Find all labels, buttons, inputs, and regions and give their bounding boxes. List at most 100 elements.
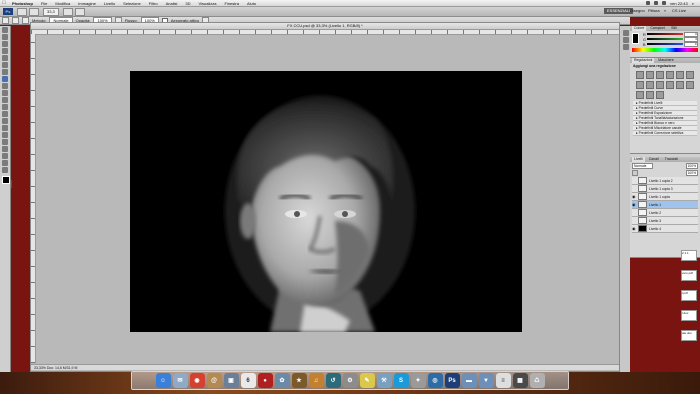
cs-live-button[interactable]: CS Live xyxy=(672,8,686,14)
history-panel-icon[interactable] xyxy=(622,30,629,36)
crop-tool-icon[interactable] xyxy=(2,55,8,61)
dock-finder-icon[interactable]: ☺ xyxy=(155,373,171,388)
desktop-file-icon[interactable]: vero.pdf xyxy=(681,270,697,281)
visibility-eye-icon[interactable] xyxy=(632,187,636,191)
dock-imovie-icon[interactable]: ★ xyxy=(291,373,307,388)
screen-mode-button[interactable] xyxy=(74,7,85,16)
visibility-eye-icon[interactable] xyxy=(632,179,636,183)
layer-row[interactable]: ◉ Livello 4 xyxy=(632,225,698,233)
image-canvas[interactable] xyxy=(130,71,522,332)
menu-immagine[interactable]: Immagine xyxy=(74,1,100,6)
eyedropper-tool-icon[interactable] xyxy=(2,62,8,68)
brush-tool-icon[interactable] xyxy=(2,76,8,82)
dock-iphoto-icon[interactable]: ✿ xyxy=(274,373,290,388)
curves-icon[interactable] xyxy=(656,71,664,79)
slider-b[interactable]: B 0 xyxy=(643,41,698,47)
posterize-icon[interactable] xyxy=(686,81,694,89)
layer-row[interactable]: Livello 3 xyxy=(632,217,698,225)
move-tool-icon[interactable] xyxy=(2,27,8,33)
menu-3d[interactable]: 3D xyxy=(181,1,194,6)
dock-ical-icon[interactable]: 6 xyxy=(240,373,256,388)
history-brush-tool-icon[interactable] xyxy=(2,90,8,96)
brightness-icon[interactable] xyxy=(636,71,644,79)
workspace-pittura-link[interactable]: Pittura xyxy=(648,8,660,14)
volume-icon[interactable] xyxy=(654,1,659,5)
desktop-file-icon[interactable]: 2.1.1 xyxy=(681,250,697,261)
dock-safari-icon[interactable]: ◎ xyxy=(427,373,443,388)
threshold-icon[interactable] xyxy=(636,91,644,99)
dock-cartella-icon[interactable]: ▬ xyxy=(461,373,477,388)
tab-maschere[interactable]: Maschere xyxy=(656,58,675,63)
menu-livello[interactable]: Livello xyxy=(100,1,119,6)
visibility-eye-icon[interactable] xyxy=(632,219,636,223)
color-spectrum-bar[interactable] xyxy=(632,48,698,52)
dock-app-icon[interactable]: ✦ xyxy=(410,373,426,388)
dock-documento-icon[interactable]: ≡ xyxy=(495,373,511,388)
dodge-tool-icon[interactable] xyxy=(2,118,8,124)
layer-row[interactable]: ◉ Livello 1 copia xyxy=(632,193,698,201)
horizontal-ruler[interactable] xyxy=(31,30,619,35)
slider-b-track[interactable] xyxy=(646,43,683,45)
dock-cestino-icon[interactable]: ♺ xyxy=(529,373,545,388)
menu-filtro[interactable]: Filtro xyxy=(145,1,162,6)
visibility-eye-icon[interactable] xyxy=(632,211,636,215)
pen-tool-icon[interactable] xyxy=(2,125,8,131)
menu-finestra[interactable]: Finestra xyxy=(220,1,242,6)
foreground-color-swatch[interactable] xyxy=(2,176,10,184)
slider-g[interactable]: G 0 xyxy=(643,36,698,42)
brush-size-picker[interactable] xyxy=(12,17,19,24)
tab-tracciati[interactable]: Tracciati xyxy=(663,157,680,162)
dock-indirizzi-icon[interactable]: @ xyxy=(206,373,222,388)
menu-aiuto[interactable]: Aiuto xyxy=(243,1,260,6)
vertical-ruler[interactable] xyxy=(31,34,36,363)
channel-mixer-icon[interactable] xyxy=(666,81,674,89)
gradient-map-icon[interactable] xyxy=(646,91,654,99)
brush-panel-icon[interactable] xyxy=(622,44,629,50)
workspace-more-link[interactable]: » xyxy=(664,8,666,14)
dock-stack-icon[interactable]: ▦ xyxy=(512,373,528,388)
gradient-tool-icon[interactable] xyxy=(2,104,8,110)
arrange-documents-button[interactable] xyxy=(62,7,73,16)
dock-note-icon[interactable]: ✎ xyxy=(359,373,375,388)
menu-clock[interactable]: ven 22:43 xyxy=(670,1,688,6)
desktop-file-icon[interactable]: l.doc xyxy=(681,310,697,321)
spotlight-icon[interactable]: ⌕ xyxy=(692,1,694,6)
layer-row[interactable]: Livello 2 xyxy=(632,209,698,217)
menu-visualizza[interactable]: Visualizza xyxy=(195,1,221,6)
zoom-level-field[interactable]: 33,3 xyxy=(43,7,59,16)
brush-tool-preset-icon[interactable] xyxy=(2,17,9,24)
dock-utility-icon[interactable]: ⚒ xyxy=(376,373,392,388)
workspace-disegno-link[interactable]: Disegno xyxy=(630,8,645,14)
menu-file[interactable]: File xyxy=(37,1,51,6)
menu-selezione[interactable]: Selezione xyxy=(119,1,145,6)
desktop-file-icon[interactable]: l.pdf xyxy=(681,290,697,301)
visibility-eye-icon[interactable]: ◉ xyxy=(632,226,636,231)
dock-skype-icon[interactable]: S xyxy=(393,373,409,388)
visibility-eye-icon[interactable]: ◉ xyxy=(632,202,636,207)
slider-g-track[interactable] xyxy=(647,38,683,40)
menu-modifica[interactable]: Modifica xyxy=(51,1,74,6)
zoom-tool-icon[interactable] xyxy=(2,167,8,173)
tab-canali[interactable]: Canali xyxy=(647,157,661,162)
desktop-file-icon[interactable]: ate.doc xyxy=(681,330,697,341)
dock-download-icon[interactable]: ▼ xyxy=(478,373,494,388)
healing-brush-tool-icon[interactable] xyxy=(2,69,8,75)
preset-correzione[interactable]: ▸ Predefiniti Correzione selettiva xyxy=(633,131,697,136)
dock-photo-booth-icon[interactable]: ● xyxy=(257,373,273,388)
document-title[interactable]: FX CCU.psd @ 33,3% (Livello 1, RGB/8) * xyxy=(31,23,619,30)
dock-garageband-icon[interactable]: ♫ xyxy=(308,373,324,388)
marquee-tool-icon[interactable] xyxy=(2,34,8,40)
layer-row[interactable]: Livello 1 copia 2 xyxy=(632,177,698,185)
slider-r-track[interactable] xyxy=(646,33,683,35)
clone-stamp-tool-icon[interactable] xyxy=(2,83,8,89)
dock-chrome-icon[interactable]: ◉ xyxy=(189,373,205,388)
dock-preferenze-icon[interactable]: ⚙ xyxy=(342,373,358,388)
levels-icon[interactable] xyxy=(646,71,654,79)
blur-tool-icon[interactable] xyxy=(2,111,8,117)
hue-saturation-icon[interactable] xyxy=(686,71,694,79)
type-tool-icon[interactable] xyxy=(2,132,8,138)
dock-mail-icon[interactable]: ✉ xyxy=(172,373,188,388)
dock-time-machine-icon[interactable]: ↺ xyxy=(325,373,341,388)
slider-r[interactable]: R 0 xyxy=(643,31,698,37)
workspace-essentials-button[interactable]: ESSENZIALI xyxy=(604,8,634,14)
